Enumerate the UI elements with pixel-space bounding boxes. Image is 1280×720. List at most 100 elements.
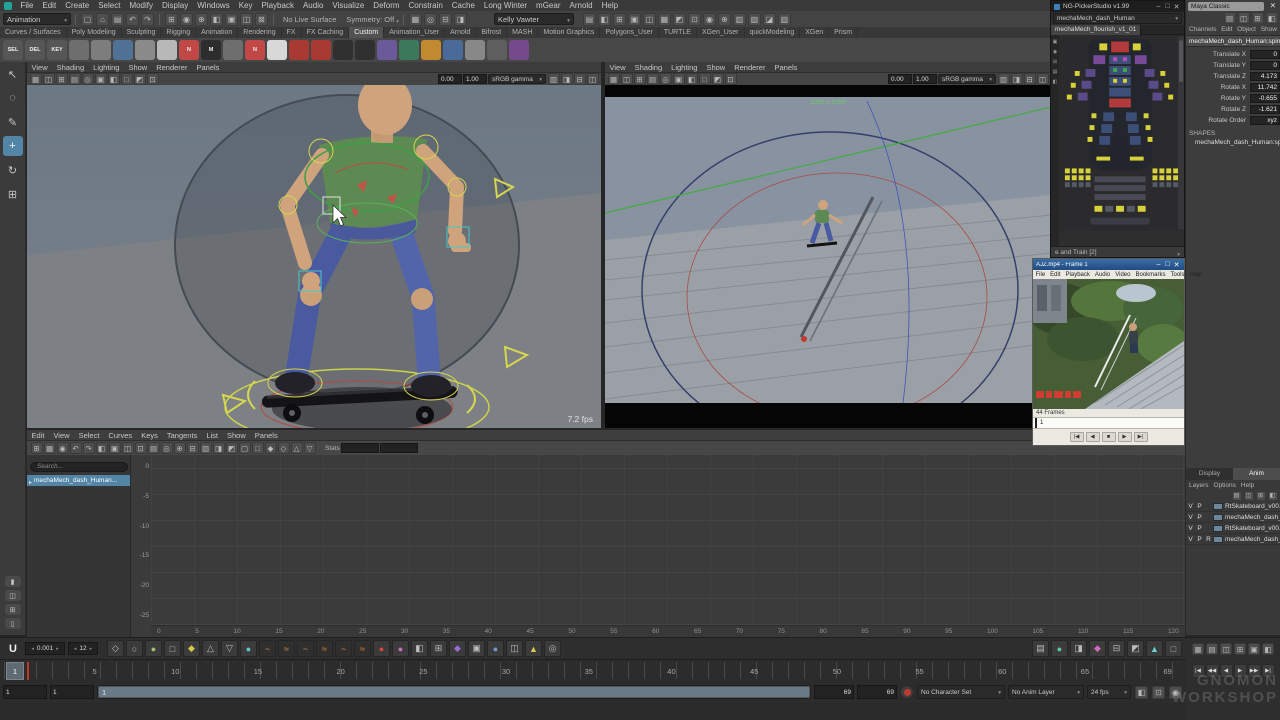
panel-menu-item[interactable]: Shading [630,62,667,73]
viewport-icon[interactable]: ◧ [686,73,698,85]
status-icon[interactable]: ⌂ [96,13,109,26]
animbot-icon[interactable]: ◆ [183,640,200,657]
animation-start-field[interactable]: 1 [3,685,47,699]
layer-visibility-toggle[interactable]: V [1186,536,1195,543]
video-menu-item[interactable]: Tools [1168,272,1187,278]
workspace-selector[interactable]: Maya Classic [1188,2,1264,11]
channel-box-menu-item[interactable]: Edit [1221,26,1232,33]
menu-item[interactable]: Display [158,0,193,11]
view-transform-selector[interactable]: sRGB gamma [488,74,546,84]
video-transport-button[interactable]: ▶| [1134,432,1148,442]
character-set-selector[interactable]: No Character Set [917,685,1005,699]
close-icon[interactable]: ✕ [1270,1,1276,10]
scale-tool[interactable]: ⊞ [3,184,23,204]
status-icon[interactable]: ▦ [409,13,422,26]
status-icon[interactable]: ▢ [81,13,94,26]
status-icon[interactable]: ◉ [703,13,716,26]
shelf-tab[interactable]: Poly Modeling [67,27,122,38]
viewport-icon[interactable]: ◨ [1011,73,1023,85]
panel-menu-item[interactable]: Shading [52,62,89,73]
layout-button[interactable]: ▮ [5,576,21,587]
video-canvas[interactable] [1033,279,1184,409]
graph-tool-icon[interactable]: ◩ [226,442,238,454]
layer-visibility-toggle[interactable]: V [1186,525,1195,532]
dock-icon[interactable]: ⊞ [1234,643,1246,655]
lasso-tool[interactable]: ◌ [3,88,23,108]
menu-item[interactable]: File [16,0,38,11]
exposure-field[interactable]: 0.00 [438,74,462,84]
graph-menu-item[interactable]: Select [74,430,104,441]
graph-tool-icon[interactable]: ▢ [239,442,251,454]
panel-menu-item[interactable]: Show [124,62,152,73]
status-icon[interactable]: ▨ [748,13,761,26]
animbot-icon[interactable]: ~ [259,640,276,657]
layer-name[interactable]: RtSkateboard_v00... [1225,503,1280,510]
shelf-tab[interactable]: XGen_User [697,27,745,38]
status-icon[interactable]: ▧ [778,13,791,26]
minimize-icon[interactable] [1154,3,1163,10]
status-icon[interactable]: ◫ [643,13,656,26]
layer-visibility-toggle[interactable]: V [1186,514,1195,521]
animbot-icon[interactable]: ● [392,640,409,657]
viewport-icon[interactable]: ◎ [660,73,672,85]
viewport-icon[interactable]: ◩ [134,73,146,85]
fps-selector[interactable]: 24 fps [1087,685,1131,699]
animbot-icon[interactable]: △ [202,640,219,657]
channel-box-menu-item[interactable]: Show [1261,26,1277,33]
shelf-tool-icon[interactable]: SEL [3,40,23,60]
viewport-icon[interactable]: ▣ [95,73,107,85]
status-icon[interactable]: ⊞ [613,13,626,26]
video-menu-item[interactable]: Audio [1092,272,1112,278]
animbot-logo[interactable]: U [4,643,22,655]
graph-tool-icon[interactable]: ▣ [109,442,121,454]
shelf-tab[interactable]: Prism [829,27,858,38]
channel-box-icon[interactable]: ◫ [1238,12,1250,24]
animbot-icon[interactable]: ◆ [449,640,466,657]
video-transport-button[interactable]: ▶ [1118,432,1132,442]
menu-item[interactable]: Help [597,0,622,11]
animbot-icon[interactable]: ◨ [1070,640,1087,657]
shelf-tool-icon[interactable] [421,40,441,60]
shelf-tab[interactable]: MASH [507,27,538,38]
layer-visibility-toggle[interactable]: V [1186,503,1195,510]
status-icon[interactable]: ↶ [126,13,139,26]
menu-item[interactable]: Audio [298,0,327,11]
animbot-icon[interactable]: ● [145,640,162,657]
shelf-tab[interactable]: Custom [349,27,384,38]
channel-row[interactable]: Translate Y 0 [1186,60,1280,71]
channel-box-icon[interactable]: ◧ [1266,12,1278,24]
anim-layer-selector[interactable]: No Anim Layer [1008,685,1084,699]
panel-menu-item[interactable]: View [27,62,52,73]
menu-item[interactable]: Long Winter [479,0,531,11]
layer-playback-toggle[interactable]: P [1195,525,1204,532]
status-icon[interactable]: ▤ [111,13,124,26]
shelf-tab[interactable]: Bifrost [476,27,507,38]
layer-row[interactable]: V P mechaMech_dash_... [1186,512,1280,523]
range-slider[interactable]: 1 [97,685,811,699]
graph-tool-icon[interactable]: ⊕ [174,442,186,454]
status-icon[interactable]: ◧ [598,13,611,26]
shelf-tool-icon[interactable] [311,40,331,60]
layer-color-swatch[interactable] [1213,503,1223,510]
panel-menu-item[interactable]: Lighting [89,62,124,73]
video-title-bar[interactable]: AJZ.mp4 - Frame 1 [1033,259,1184,270]
layout-button[interactable]: ◫ [5,590,21,601]
shelf-tool-icon[interactable]: DEL [25,40,45,60]
status-icon[interactable]: ◩ [673,13,686,26]
layer-reference-toggle[interactable]: R [1204,536,1213,543]
layer-toolbar-icon[interactable]: ▤ [1232,491,1242,501]
shelf-tool-icon[interactable] [465,40,485,60]
animbot-frames-field[interactable]: ◂12▸ [68,642,98,655]
shelf-tab[interactable]: TURTLE [659,27,697,38]
status-icon[interactable]: ⊞ [165,13,178,26]
range-slider-handle[interactable] [99,687,809,697]
status-icon[interactable]: ◪ [763,13,776,26]
viewport-icon[interactable]: ▥ [998,73,1010,85]
animbot-icon[interactable]: ● [1051,640,1068,657]
shelf-tool-icon[interactable]: KEY [47,40,67,60]
shelf-tab[interactable]: Sculpting [122,27,162,38]
channel-box-menu-item[interactable]: Channels [1189,26,1216,33]
picker-footer-label[interactable]: e and Train [2] [1055,249,1097,256]
viewport-icon[interactable]: ⊟ [574,73,586,85]
shelf-tool-icon[interactable] [157,40,177,60]
